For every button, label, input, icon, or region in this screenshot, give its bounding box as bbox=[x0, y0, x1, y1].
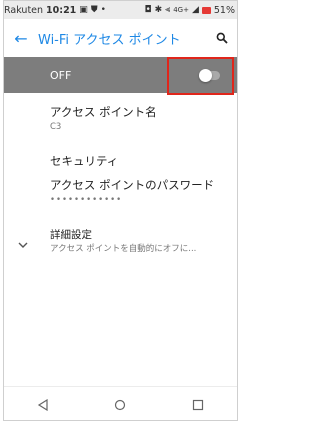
setting-title: アクセス ポイントのパスワード bbox=[50, 178, 215, 192]
carrier-label: Rakuten bbox=[4, 4, 44, 16]
page-title: Wi-Fi アクセス ポイント bbox=[38, 32, 181, 48]
setting-advanced[interactable]: 詳細設定 アクセス ポイントを自動的にオフに... bbox=[50, 227, 235, 254]
switch-knob[interactable] bbox=[199, 69, 212, 82]
setting-summary: アクセス ポイントを自動的にオフに... bbox=[50, 244, 197, 254]
password-dots: •••••••••••• bbox=[50, 195, 123, 205]
toggle-state-label: OFF bbox=[50, 68, 72, 82]
navigation-bar bbox=[4, 386, 237, 420]
setting-security[interactable]: セキュリティ bbox=[50, 153, 235, 169]
setting-title: アクセス ポイント名 bbox=[50, 105, 157, 119]
bluetooth-icon: ✱ bbox=[154, 4, 163, 15]
status-bar: Rakuten 10:21 ▣ ⛊ • ◘ ✱ ⫷ 4G+ ◢ 51% bbox=[4, 1, 237, 19]
chevron-down-icon[interactable] bbox=[18, 234, 28, 253]
setting-value: C3 bbox=[50, 122, 62, 132]
gallery-icon: ▣ bbox=[79, 4, 88, 15]
back-nav-icon[interactable] bbox=[23, 390, 63, 420]
setting-title: セキュリティ bbox=[50, 154, 119, 168]
recents-nav-icon[interactable] bbox=[178, 390, 218, 420]
setting-access-point-name[interactable]: アクセス ポイント名 C3 bbox=[50, 104, 235, 132]
nfc-icon: ◘ bbox=[144, 4, 152, 15]
battery-level: 51% bbox=[213, 4, 235, 16]
shield-icon: ⛊ bbox=[90, 4, 98, 15]
setting-password[interactable]: アクセス ポイントのパスワード •••••••••••• bbox=[50, 177, 235, 205]
back-arrow-icon[interactable]: ← bbox=[4, 29, 38, 48]
battery-icon bbox=[201, 6, 211, 14]
phone-screen: Rakuten 10:21 ▣ ⛊ • ◘ ✱ ⫷ 4G+ ◢ 51% ← Wi… bbox=[3, 0, 238, 421]
search-icon[interactable] bbox=[207, 32, 237, 44]
vibrate-icon: ⫷ bbox=[165, 4, 171, 15]
toolbar: ← Wi-Fi アクセス ポイント bbox=[4, 19, 237, 57]
network-label: 4G+ bbox=[173, 6, 189, 14]
setting-title: 詳細設定 bbox=[50, 229, 92, 241]
dot-icon: • bbox=[100, 4, 106, 15]
home-nav-icon[interactable] bbox=[100, 390, 140, 420]
clock: 10:21 bbox=[46, 4, 77, 16]
signal-icon: ◢ bbox=[191, 4, 199, 15]
